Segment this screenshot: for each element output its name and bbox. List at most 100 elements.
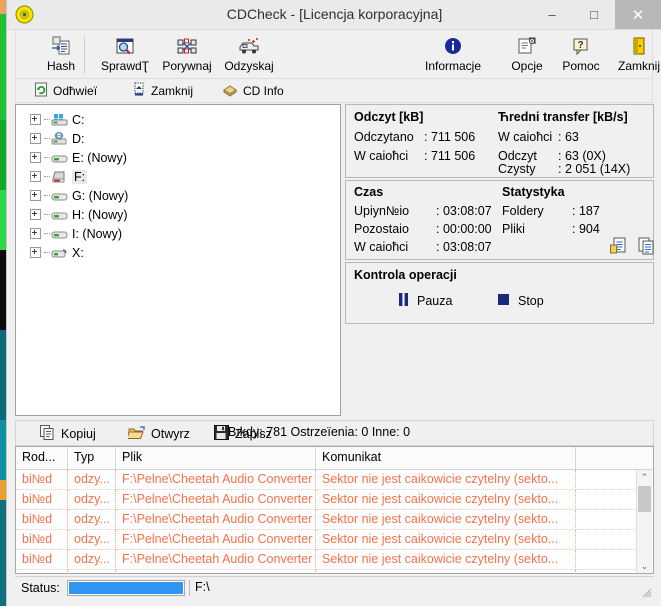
scrollbar-thumb[interactable] <box>638 486 651 512</box>
expand-plus-icon[interactable] <box>30 247 41 258</box>
subbar-button-odswiez[interactable]: Odћwieї <box>34 81 97 101</box>
tree-label-h: H: (Nowy) <box>72 207 128 222</box>
open-button[interactable]: Otwyrz <box>126 424 190 444</box>
time-stats-panel: Czas Upiyn№io : 03:08:07 Pozostaio : 00:… <box>345 180 654 260</box>
expand-plus-icon[interactable] <box>30 133 41 144</box>
expand-plus-icon[interactable] <box>30 114 41 125</box>
removable-drive-icon <box>50 226 68 241</box>
tree-item-x[interactable]: X: <box>16 243 340 262</box>
tree-label-g: G: (Nowy) <box>72 188 129 203</box>
list-vertical-scrollbar[interactable]: ⌃ ⌄ <box>636 470 652 573</box>
expand-plus-icon[interactable] <box>30 228 41 239</box>
refresh-icon <box>34 82 48 100</box>
results-toolbar: Kopiuj Otwyrz Zapisz Bıkdy: 781 Ostrzeїe… <box>15 420 654 446</box>
toolbar-label-zamknij: Zamknij <box>617 59 660 73</box>
read-panel-title: Odczyt [kB] <box>354 110 424 124</box>
tree-item-h[interactable]: H: (Nowy) <box>16 205 340 224</box>
cell-extra <box>576 470 636 490</box>
table-row[interactable]: bi№d odzy... F:\Pelne\Cheetah Audio Conv… <box>16 470 653 490</box>
status-bar: Status: F:\ <box>15 576 654 600</box>
toolbar-label-porywnaj: Porywnaj <box>162 59 212 73</box>
expand-plus-icon[interactable] <box>30 190 41 201</box>
window-controls: – □ ✕ <box>531 0 661 29</box>
cell-extra <box>576 530 636 550</box>
cell-extra <box>576 570 636 573</box>
toolbar-button-sprawdz[interactable]: SprawdƮ <box>92 33 158 77</box>
info-circle-icon <box>443 34 463 58</box>
tree-label-c: C: <box>72 112 85 127</box>
tree-item-f[interactable]: F: <box>16 167 340 186</box>
main-toolbar: Hash SprawdƮ Porywnaj Odzyskaj Informacj… <box>15 30 660 79</box>
subbar-button-zamknij[interactable]: Zamknij <box>132 81 193 101</box>
tree-label-e: E: (Nowy) <box>72 150 127 165</box>
copy-report-icon[interactable] <box>610 237 627 258</box>
save-floppy-icon <box>214 425 229 443</box>
copy-list-icon[interactable] <box>638 237 655 258</box>
tree-item-d[interactable]: D: <box>16 129 340 148</box>
drive-tree[interactable]: C: D: E: (Nowy) F: G: (Nowy) H: (Nowy) I… <box>15 104 341 416</box>
read-row-0-label: Odczytano <box>354 130 414 144</box>
minimize-button[interactable]: – <box>531 0 573 29</box>
column-header-file[interactable]: Plik <box>116 447 316 469</box>
table-row[interactable]: bi№d odzy... F:\Pelne\Cheetah Audio Conv… <box>16 570 653 573</box>
scroll-down-arrow-icon[interactable]: ⌄ <box>637 559 652 573</box>
toolbar-button-informacje[interactable]: Informacje <box>420 33 486 77</box>
stats-row-1-value: : 904 <box>572 222 600 236</box>
expand-plus-icon[interactable] <box>30 152 41 163</box>
stats-row-0-label: Foldery <box>502 204 544 218</box>
table-row[interactable]: bi№d odzy... F:\Pelne\Cheetah Audio Conv… <box>16 490 653 510</box>
tree-label-x: X: <box>72 245 84 260</box>
toolbar-button-pomoc[interactable]: ? Pomoc <box>548 33 614 77</box>
expand-plus-icon[interactable] <box>30 171 41 182</box>
cell-type: odzy... <box>68 530 116 550</box>
cell-file: F:\Pelne\Cheetah Audio Converter 1.1\Ch.… <box>116 470 316 490</box>
secondary-toolbar: Odћwieї Zamknij CD Info <box>15 79 653 103</box>
time-row-2-label: W caioћci <box>354 240 409 254</box>
tree-item-g[interactable]: G: (Nowy) <box>16 186 340 205</box>
expand-plus-icon[interactable] <box>30 209 41 220</box>
stop-button[interactable]: Stop <box>498 293 544 309</box>
removable-drive-icon <box>50 188 68 203</box>
cell-kind: bi№d <box>16 570 68 573</box>
scroll-up-arrow-icon[interactable]: ⌃ <box>637 470 652 485</box>
toolbar-button-zamknij[interactable]: Zamknij <box>606 33 661 77</box>
column-header-message[interactable]: Komunikat <box>316 447 576 469</box>
resize-grip-icon[interactable] <box>640 586 652 598</box>
ambulance-icon <box>237 34 261 58</box>
subbar-button-cd-info[interactable]: CD Info <box>222 81 284 101</box>
network-drive-icon <box>50 245 68 260</box>
transfer-row-2-value: : 2 051 (14X) <box>558 162 631 176</box>
table-row[interactable]: bi№d odzy... F:\Pelne\Cheetah Audio Conv… <box>16 530 653 550</box>
stats-row-0-value: : 187 <box>572 204 600 218</box>
results-list[interactable]: Rod... Typ Plik Komunikat bi№d odzy... F… <box>15 446 654 574</box>
stop-icon <box>498 293 510 309</box>
column-header-kind[interactable]: Rod... <box>16 447 68 469</box>
tree-item-c[interactable]: C: <box>16 110 340 129</box>
help-question-icon: ? <box>571 34 591 58</box>
close-button[interactable]: ✕ <box>615 0 661 29</box>
toolbar-label-pomoc: Pomoc <box>562 59 600 73</box>
status-label: Status: <box>21 581 60 595</box>
tree-item-e[interactable]: E: (Nowy) <box>16 148 340 167</box>
table-row[interactable]: bi№d odzy... F:\Pelne\Cheetah Audio Conv… <box>16 550 653 570</box>
tree-item-i[interactable]: I: (Nowy) <box>16 224 340 243</box>
open-label: Otwyrz <box>151 427 190 441</box>
copy-button[interactable]: Kopiuj <box>40 424 96 444</box>
column-header-extra[interactable] <box>576 447 636 469</box>
column-header-type[interactable]: Typ <box>68 447 116 469</box>
exit-door-icon <box>630 34 648 58</box>
toolbar-button-porywnaj[interactable]: Porywnaj <box>154 33 220 77</box>
cell-message: Sektor nie jest caikowicie czytelny (sek… <box>316 570 576 573</box>
status-path: F:\ <box>189 580 644 596</box>
toolbar-button-hash[interactable]: Hash <box>28 33 94 77</box>
maximize-button[interactable]: □ <box>573 0 615 29</box>
table-row[interactable]: bi№d odzy... F:\Pelne\Cheetah Audio Conv… <box>16 510 653 530</box>
subbar-label-cd-info: CD Info <box>243 84 284 98</box>
time-row-0-label: Upiyn№io <box>354 204 410 218</box>
cell-message: Sektor nie jest caikowicie czytelny (sek… <box>316 550 576 570</box>
list-header: Rod... Typ Plik Komunikat <box>16 447 653 470</box>
pause-button[interactable]: Pauza <box>398 293 452 309</box>
time-row-1-label: Pozostaio <box>354 222 409 236</box>
toolbar-button-odzyskaj[interactable]: Odzyskaj <box>216 33 282 77</box>
read-transfer-panel: Odczyt [kB] Odczytano : 711 506 W caioћc… <box>345 104 654 178</box>
